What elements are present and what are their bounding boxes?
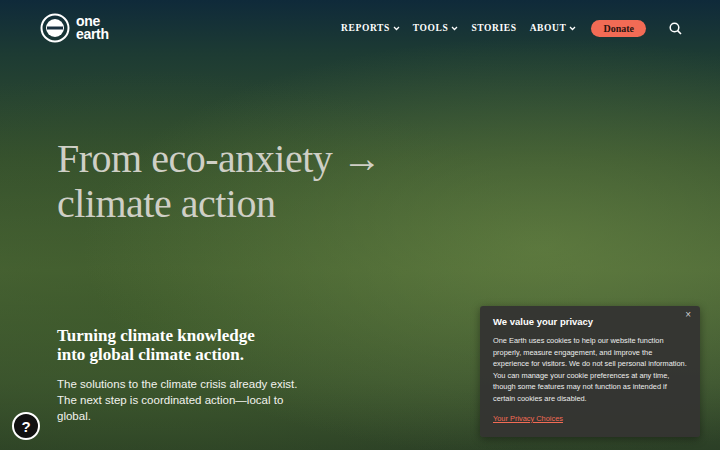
headline-line: climate action — [57, 181, 720, 226]
close-button[interactable]: × — [685, 309, 691, 320]
nav-label: STORIES — [471, 23, 516, 33]
nav-item[interactable]: REPORTS — [341, 23, 400, 33]
search-button[interactable] — [669, 22, 682, 35]
cookie-text: One Earth uses cookies to help our websi… — [493, 335, 687, 404]
headline-line: From eco-anxiety → — [57, 136, 720, 181]
nav-item[interactable]: TOOLS — [413, 23, 459, 33]
nav-item[interactable]: STORIES — [471, 23, 516, 33]
help-button[interactable]: ? — [12, 412, 40, 440]
cookie-title: We value your privacy — [493, 316, 687, 327]
logo-text: oneearth — [76, 15, 109, 41]
cookie-banner: ×We value your privacy One Earth uses coo… — [480, 306, 700, 437]
top-nav: oneearth REPORTS TOOLS STORIES ABOUT Donate — [0, 0, 720, 48]
donate-button[interactable]: Donate — [591, 20, 646, 37]
search-icon — [669, 22, 682, 35]
nav-label: REPORTS — [341, 23, 390, 33]
chevron-down-icon — [451, 26, 458, 31]
nav-menu: REPORTS TOOLS STORIES ABOUT Donate — [341, 20, 682, 37]
nav-label: TOOLS — [413, 23, 449, 33]
chevron-down-icon — [393, 26, 400, 31]
chevron-down-icon — [569, 26, 576, 31]
nav-item[interactable]: ABOUT — [530, 23, 577, 33]
logo[interactable]: oneearth — [40, 13, 109, 43]
nav-label: ABOUT — [530, 23, 567, 33]
logo-word: earth — [76, 28, 109, 41]
headline: From eco-anxiety →climate action — [57, 136, 720, 226]
earth-logo-icon — [40, 13, 70, 43]
privacy-choices-link[interactable]: Your Privacy Choices — [493, 414, 563, 423]
logo-word: one — [76, 15, 109, 28]
